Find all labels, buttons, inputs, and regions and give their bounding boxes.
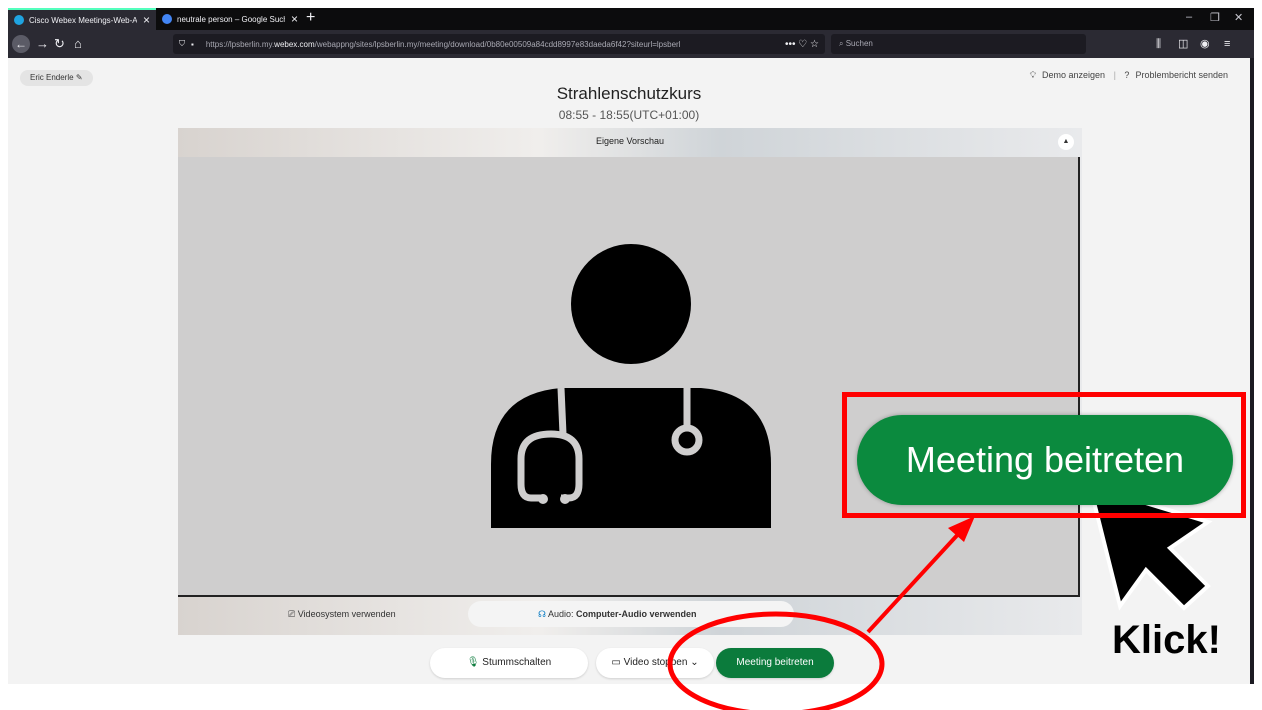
klick-label: Klick! [1112, 618, 1221, 662]
join-meeting-callout-button[interactable]: Meeting beitreten [857, 415, 1233, 505]
annotation-overlay [667, 483, 1213, 710]
callout-highlight-box: Meeting beitreten [842, 392, 1246, 518]
arrow-line [866, 528, 964, 634]
highlight-ellipse [667, 611, 885, 710]
